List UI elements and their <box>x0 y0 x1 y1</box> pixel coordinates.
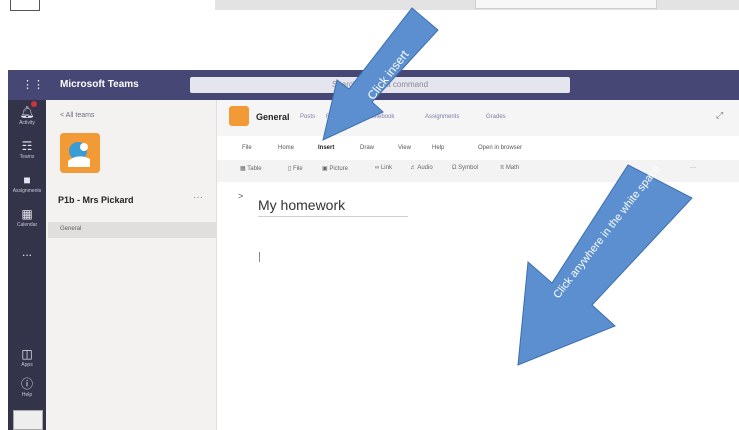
callout-arrow-white-space <box>517 164 693 366</box>
